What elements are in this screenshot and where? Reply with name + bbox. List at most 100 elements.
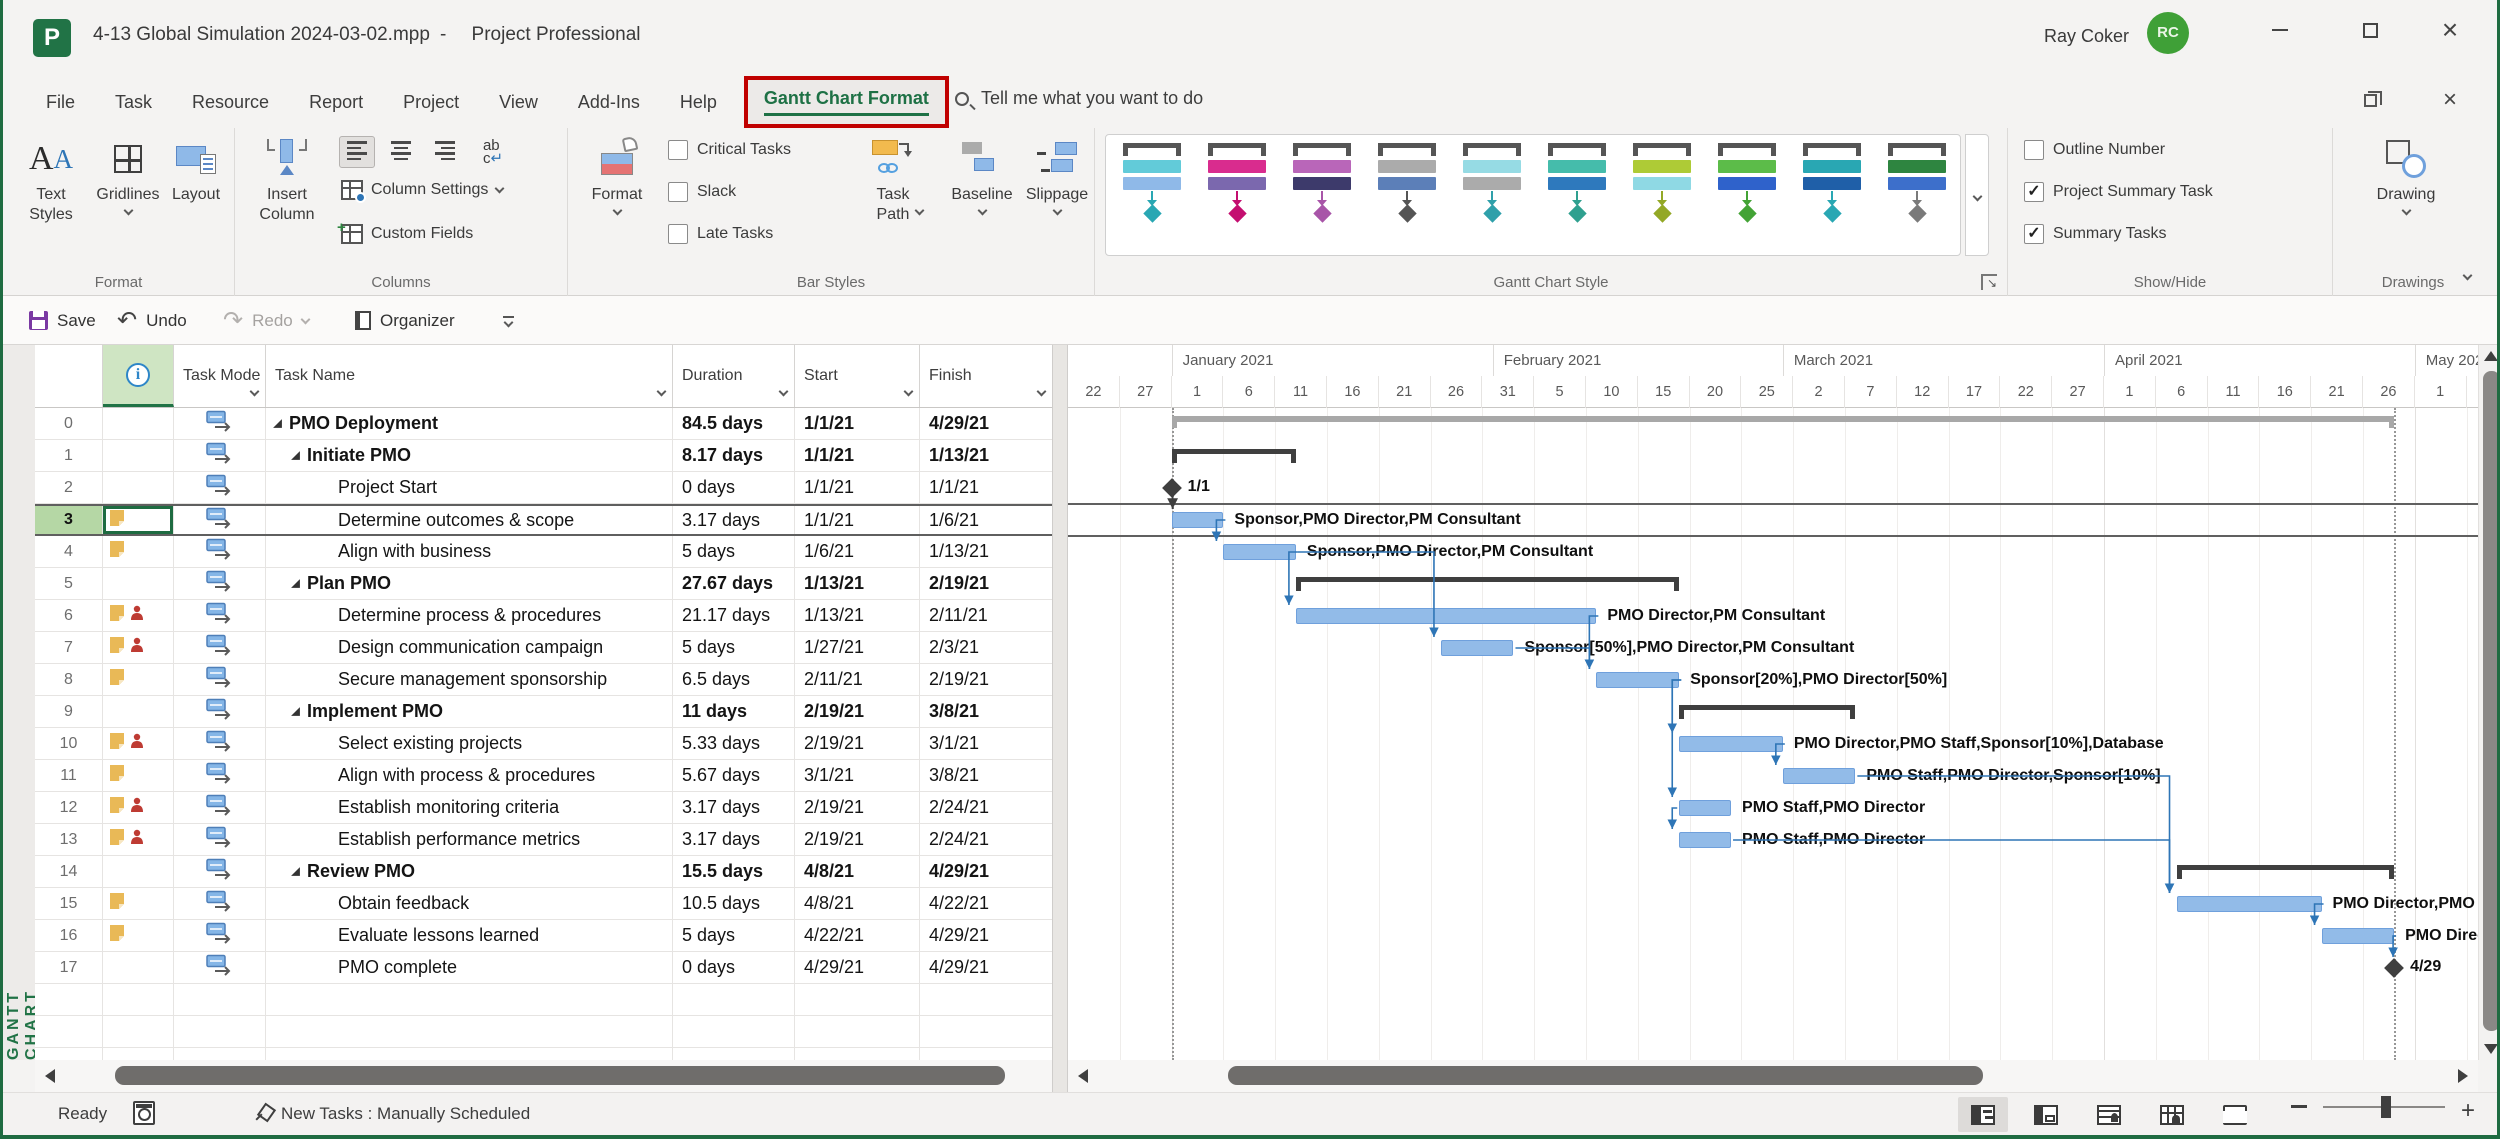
duration-cell[interactable]: 5 days [673,632,795,663]
task-row[interactable]: 6Determine process & procedures21.17 day… [35,600,1052,632]
slippage-button[interactable]: Slippage [1020,136,1094,214]
tab-task[interactable]: Task [102,76,165,128]
row-number[interactable]: 5 [35,568,103,599]
checkbox-outline-number[interactable]: Outline Number [2024,140,2165,160]
row-number[interactable]: 9 [35,696,103,727]
chart-horizontal-scrollbar[interactable] [1068,1060,2478,1092]
row-number[interactable]: 3 [35,506,103,534]
row-number[interactable]: 2 [35,472,103,503]
task-mode-cell[interactable] [174,440,266,471]
finish-cell[interactable]: 2/3/21 [920,632,1052,663]
checkbox-project-summary-task[interactable]: ✓Project Summary Task [2024,182,2213,202]
task-row[interactable]: 7Design communication campaign5 days1/27… [35,632,1052,664]
start-cell[interactable]: 2/19/21 [795,792,920,823]
unchecked-checkbox-icon[interactable] [2024,140,2044,160]
info-cell[interactable] [103,792,174,823]
qat-overflow-button[interactable] [503,296,514,345]
organizer-button[interactable]: Organizer [355,296,455,345]
row-number[interactable]: 0 [35,408,103,439]
tab-add-ins[interactable]: Add-Ins [565,76,653,128]
duration-cell[interactable]: 0 days [673,952,795,983]
row-number-header[interactable] [35,345,103,407]
start-cell[interactable]: 1/1/21 [795,440,920,471]
undo-button[interactable]: ↶ Undo [117,296,187,345]
finish-cell[interactable]: 3/8/21 [920,760,1052,791]
gantt-bar[interactable] [1783,768,1856,784]
collapse-triangle-icon[interactable] [272,413,289,434]
checkbox-late-tasks[interactable]: Late Tasks [668,224,773,244]
table-horizontal-scrollbar[interactable] [35,1060,1052,1092]
unchecked-checkbox-icon[interactable] [668,140,688,160]
task-row[interactable]: 0PMO Deployment84.5 days1/1/214/29/21 [35,408,1052,440]
align-right-button[interactable] [427,136,463,168]
gantt-bar[interactable] [2177,896,2322,912]
info-cell[interactable] [103,472,174,503]
start-cell[interactable]: 1/6/21 [795,536,920,567]
info-cell[interactable] [103,728,174,759]
task-mode-cell[interactable] [174,760,266,791]
start-cell[interactable]: 2/19/21 [795,728,920,759]
info-cell[interactable] [103,600,174,631]
gantt-bar[interactable] [1223,544,1296,560]
start-header[interactable]: Start [795,345,920,407]
info-cell[interactable] [103,760,174,791]
start-cell[interactable]: 4/8/21 [795,856,920,887]
filter-chevron-icon[interactable] [779,387,789,397]
finish-cell[interactable]: 3/8/21 [920,696,1052,727]
row-number[interactable]: 8 [35,664,103,695]
finish-cell[interactable]: 2/24/21 [920,824,1052,855]
task-row[interactable]: 3Determine outcomes & scope3.17 days1/1/… [35,504,1052,536]
info-cell[interactable] [103,888,174,919]
task-mode-cell[interactable] [174,568,266,599]
overallocated-resource-icon[interactable] [130,605,144,626]
note-icon[interactable] [109,540,125,563]
finish-cell[interactable]: 1/13/21 [920,440,1052,471]
duration-cell[interactable]: 6.5 days [673,664,795,695]
start-cell[interactable]: 4/8/21 [795,888,920,919]
gantt-bar[interactable] [1172,512,1224,528]
overallocated-resource-icon[interactable] [130,733,144,754]
task-row[interactable]: 15Obtain feedback10.5 days4/8/214/22/21 [35,888,1052,920]
gantt-style-swatch[interactable] [1881,143,1953,249]
task-mode-cell[interactable] [174,664,266,695]
task-name-cell[interactable]: Establish monitoring criteria [266,792,673,823]
finish-cell[interactable]: 1/13/21 [920,536,1052,567]
gantt-bar[interactable] [1679,800,1731,816]
task-mode-cell[interactable] [174,472,266,503]
task-path-button[interactable]: Task Path [850,136,936,214]
info-cell[interactable] [103,920,174,951]
start-cell[interactable]: 1/13/21 [795,600,920,631]
minimize-button[interactable] [2249,0,2311,60]
duration-cell[interactable]: 11 days [673,696,795,727]
finish-cell[interactable]: 2/19/21 [920,664,1052,695]
team-planner-view-button[interactable] [2084,1097,2134,1132]
filter-chevron-icon[interactable] [657,387,667,397]
scroll-right-icon[interactable] [2458,1069,2468,1083]
finish-header[interactable]: Finish [920,345,1052,407]
scroll-left-icon[interactable] [1078,1069,1088,1083]
tell-me-search[interactable]: Tell me what you want to do [955,88,1203,109]
task-mode-cell[interactable] [174,792,266,823]
maximize-button[interactable] [2339,0,2401,60]
info-cell[interactable] [103,664,174,695]
task-usage-view-button[interactable] [2021,1097,2071,1132]
account-name[interactable]: Ray Coker [2044,26,2129,47]
note-icon[interactable] [109,668,125,691]
gridlines-button[interactable]: Gridlines [95,136,161,214]
info-cell[interactable] [103,440,174,471]
info-cell[interactable] [103,824,174,855]
task-name-cell[interactable]: Align with business [266,536,673,567]
duration-cell[interactable]: 5 days [673,920,795,951]
summary-bar[interactable] [1172,416,2394,422]
unchecked-checkbox-icon[interactable] [668,182,688,202]
report-view-button[interactable] [2210,1097,2260,1132]
info-column-header[interactable]: i [103,345,174,407]
unchecked-checkbox-icon[interactable] [668,224,688,244]
task-mode-cell[interactable] [174,536,266,567]
checkbox-slack[interactable]: Slack [668,182,736,202]
info-cell[interactable] [103,408,174,439]
finish-cell[interactable]: 4/29/21 [920,856,1052,887]
task-mode-cell[interactable] [174,408,266,439]
gantt-bar[interactable] [1441,640,1514,656]
zoom-slider-thumb[interactable] [2381,1096,2391,1118]
